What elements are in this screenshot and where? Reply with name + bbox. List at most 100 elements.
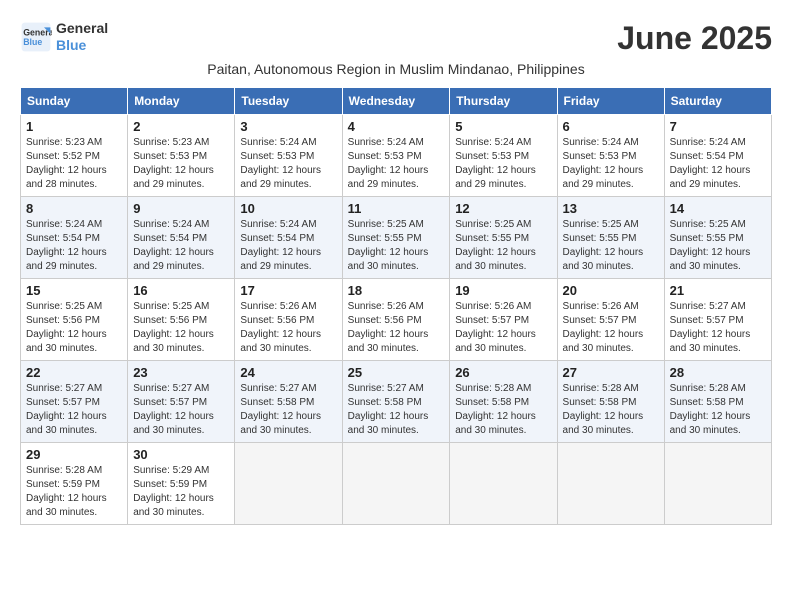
day-number: 17 [240,283,336,298]
calendar-cell: 1 Sunrise: 5:23 AMSunset: 5:52 PMDayligh… [21,115,128,197]
calendar-cell [450,443,557,525]
calendar-cell: 7 Sunrise: 5:24 AMSunset: 5:54 PMDayligh… [664,115,771,197]
logo-icon: General Blue [20,21,52,53]
calendar-cell: 8 Sunrise: 5:24 AMSunset: 5:54 PMDayligh… [21,197,128,279]
calendar-cell: 20 Sunrise: 5:26 AMSunset: 5:57 PMDaylig… [557,279,664,361]
calendar-cell: 2 Sunrise: 5:23 AMSunset: 5:53 PMDayligh… [128,115,235,197]
day-number: 1 [26,119,122,134]
day-info: Sunrise: 5:26 AMSunset: 5:57 PMDaylight:… [455,301,536,354]
calendar-cell: 14 Sunrise: 5:25 AMSunset: 5:55 PMDaylig… [664,197,771,279]
col-sunday: Sunday [21,88,128,115]
day-info: Sunrise: 5:28 AMSunset: 5:58 PMDaylight:… [670,383,751,436]
day-number: 18 [348,283,445,298]
day-number: 10 [240,201,336,216]
calendar-row: 29 Sunrise: 5:28 AMSunset: 5:59 PMDaylig… [21,443,772,525]
day-number: 24 [240,365,336,380]
day-info: Sunrise: 5:23 AMSunset: 5:53 PMDaylight:… [133,137,214,190]
calendar-row: 22 Sunrise: 5:27 AMSunset: 5:57 PMDaylig… [21,361,772,443]
day-number: 4 [348,119,445,134]
day-number: 7 [670,119,766,134]
calendar-cell: 13 Sunrise: 5:25 AMSunset: 5:55 PMDaylig… [557,197,664,279]
day-info: Sunrise: 5:25 AMSunset: 5:55 PMDaylight:… [455,219,536,272]
day-number: 26 [455,365,551,380]
calendar-cell: 21 Sunrise: 5:27 AMSunset: 5:57 PMDaylig… [664,279,771,361]
day-info: Sunrise: 5:28 AMSunset: 5:59 PMDaylight:… [26,465,107,518]
day-info: Sunrise: 5:25 AMSunset: 5:55 PMDaylight:… [348,219,429,272]
day-info: Sunrise: 5:24 AMSunset: 5:53 PMDaylight:… [455,137,536,190]
day-number: 30 [133,447,229,462]
calendar-header-row: Sunday Monday Tuesday Wednesday Thursday… [21,88,772,115]
day-number: 2 [133,119,229,134]
day-info: Sunrise: 5:26 AMSunset: 5:57 PMDaylight:… [563,301,644,354]
col-thursday: Thursday [450,88,557,115]
day-number: 19 [455,283,551,298]
day-number: 11 [348,201,445,216]
day-info: Sunrise: 5:27 AMSunset: 5:57 PMDaylight:… [670,301,751,354]
day-info: Sunrise: 5:27 AMSunset: 5:57 PMDaylight:… [133,383,214,436]
day-number: 3 [240,119,336,134]
col-wednesday: Wednesday [342,88,450,115]
calendar-cell: 22 Sunrise: 5:27 AMSunset: 5:57 PMDaylig… [21,361,128,443]
logo-text: General Blue [56,20,108,54]
calendar-cell: 3 Sunrise: 5:24 AMSunset: 5:53 PMDayligh… [235,115,342,197]
day-number: 12 [455,201,551,216]
calendar-cell [664,443,771,525]
day-info: Sunrise: 5:24 AMSunset: 5:54 PMDaylight:… [133,219,214,272]
calendar-cell: 19 Sunrise: 5:26 AMSunset: 5:57 PMDaylig… [450,279,557,361]
day-info: Sunrise: 5:25 AMSunset: 5:56 PMDaylight:… [133,301,214,354]
day-number: 13 [563,201,659,216]
calendar-cell: 10 Sunrise: 5:24 AMSunset: 5:54 PMDaylig… [235,197,342,279]
calendar-cell: 29 Sunrise: 5:28 AMSunset: 5:59 PMDaylig… [21,443,128,525]
calendar-cell [557,443,664,525]
col-monday: Monday [128,88,235,115]
day-number: 6 [563,119,659,134]
calendar-cell: 4 Sunrise: 5:24 AMSunset: 5:53 PMDayligh… [342,115,450,197]
day-number: 22 [26,365,122,380]
calendar-table: Sunday Monday Tuesday Wednesday Thursday… [20,87,772,525]
page-subtitle: Paitan, Autonomous Region in Muslim Mind… [20,61,772,77]
header: General Blue General Blue June 2025 [20,20,772,57]
day-number: 23 [133,365,229,380]
day-info: Sunrise: 5:27 AMSunset: 5:58 PMDaylight:… [348,383,429,436]
day-number: 8 [26,201,122,216]
calendar-row: 15 Sunrise: 5:25 AMSunset: 5:56 PMDaylig… [21,279,772,361]
day-number: 27 [563,365,659,380]
day-info: Sunrise: 5:24 AMSunset: 5:53 PMDaylight:… [348,137,429,190]
day-info: Sunrise: 5:26 AMSunset: 5:56 PMDaylight:… [240,301,321,354]
day-info: Sunrise: 5:25 AMSunset: 5:55 PMDaylight:… [563,219,644,272]
calendar-cell: 28 Sunrise: 5:28 AMSunset: 5:58 PMDaylig… [664,361,771,443]
calendar-cell [235,443,342,525]
day-number: 29 [26,447,122,462]
col-tuesday: Tuesday [235,88,342,115]
calendar-cell: 15 Sunrise: 5:25 AMSunset: 5:56 PMDaylig… [21,279,128,361]
day-info: Sunrise: 5:24 AMSunset: 5:53 PMDaylight:… [563,137,644,190]
day-info: Sunrise: 5:24 AMSunset: 5:54 PMDaylight:… [26,219,107,272]
day-number: 5 [455,119,551,134]
day-info: Sunrise: 5:23 AMSunset: 5:52 PMDaylight:… [26,137,107,190]
day-number: 25 [348,365,445,380]
day-info: Sunrise: 5:24 AMSunset: 5:53 PMDaylight:… [240,137,321,190]
day-info: Sunrise: 5:26 AMSunset: 5:56 PMDaylight:… [348,301,429,354]
calendar-cell: 27 Sunrise: 5:28 AMSunset: 5:58 PMDaylig… [557,361,664,443]
calendar-cell: 23 Sunrise: 5:27 AMSunset: 5:57 PMDaylig… [128,361,235,443]
calendar-cell: 11 Sunrise: 5:25 AMSunset: 5:55 PMDaylig… [342,197,450,279]
calendar-row: 8 Sunrise: 5:24 AMSunset: 5:54 PMDayligh… [21,197,772,279]
calendar-cell: 16 Sunrise: 5:25 AMSunset: 5:56 PMDaylig… [128,279,235,361]
day-info: Sunrise: 5:28 AMSunset: 5:58 PMDaylight:… [563,383,644,436]
day-number: 21 [670,283,766,298]
calendar-cell: 18 Sunrise: 5:26 AMSunset: 5:56 PMDaylig… [342,279,450,361]
day-number: 15 [26,283,122,298]
day-number: 20 [563,283,659,298]
calendar-cell: 9 Sunrise: 5:24 AMSunset: 5:54 PMDayligh… [128,197,235,279]
day-info: Sunrise: 5:25 AMSunset: 5:56 PMDaylight:… [26,301,107,354]
day-info: Sunrise: 5:28 AMSunset: 5:58 PMDaylight:… [455,383,536,436]
day-number: 28 [670,365,766,380]
svg-text:Blue: Blue [23,37,42,47]
calendar-cell: 25 Sunrise: 5:27 AMSunset: 5:58 PMDaylig… [342,361,450,443]
day-info: Sunrise: 5:25 AMSunset: 5:55 PMDaylight:… [670,219,751,272]
day-info: Sunrise: 5:27 AMSunset: 5:57 PMDaylight:… [26,383,107,436]
col-friday: Friday [557,88,664,115]
calendar-cell: 5 Sunrise: 5:24 AMSunset: 5:53 PMDayligh… [450,115,557,197]
day-number: 9 [133,201,229,216]
calendar-row: 1 Sunrise: 5:23 AMSunset: 5:52 PMDayligh… [21,115,772,197]
